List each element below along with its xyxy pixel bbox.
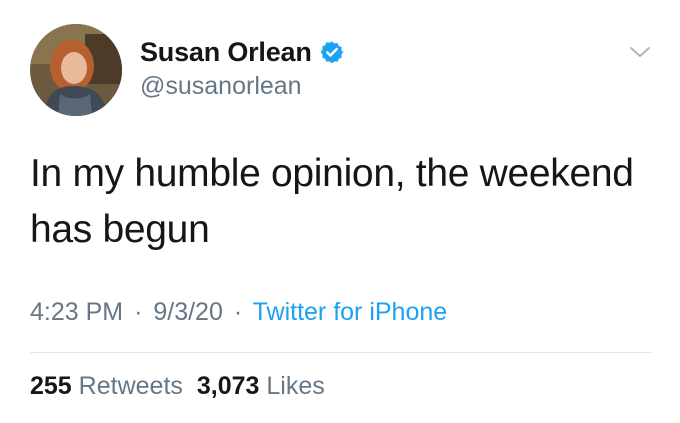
retweets-label: Retweets — [78, 372, 183, 400]
profile-photo-icon — [30, 24, 122, 116]
meta-separator: · — [233, 298, 243, 326]
avatar[interactable] — [30, 24, 122, 116]
retweets-stat[interactable]: 255 Retweets — [30, 372, 183, 400]
display-name[interactable]: Susan Orlean — [140, 37, 312, 68]
tweet-source-link[interactable]: Twitter for iPhone — [253, 298, 448, 326]
engagement-stats: 255 Retweets 3,073 Likes — [30, 372, 325, 401]
likes-count: 3,073 — [196, 372, 260, 400]
tweet-text-line: has begun — [30, 208, 210, 251]
retweets-count: 255 — [30, 372, 72, 400]
tweet-card: Susan Orlean @susanorlean In my humble o… — [0, 0, 680, 423]
tweet-date[interactable]: 9/3/20 — [153, 298, 223, 326]
tweet-metadata: 4:23 PM · 9/3/20 · Twitter for iPhone — [30, 298, 447, 327]
tweet-time[interactable]: 4:23 PM — [30, 298, 123, 326]
name-row: Susan Orlean — [140, 36, 344, 68]
meta-separator: · — [134, 298, 143, 326]
likes-stat[interactable]: 3,073 Likes — [197, 372, 325, 400]
tweet-text-line: In my humble opinion, the weekend — [30, 152, 634, 195]
divider — [30, 352, 652, 353]
verified-badge-icon — [320, 41, 343, 64]
tweet-text: In my humble opinion, the weekend has be… — [30, 146, 650, 258]
chevron-down-icon[interactable] — [628, 44, 652, 60]
user-handle[interactable]: @susanorlean — [140, 72, 302, 101]
likes-label: Likes — [266, 372, 325, 400]
